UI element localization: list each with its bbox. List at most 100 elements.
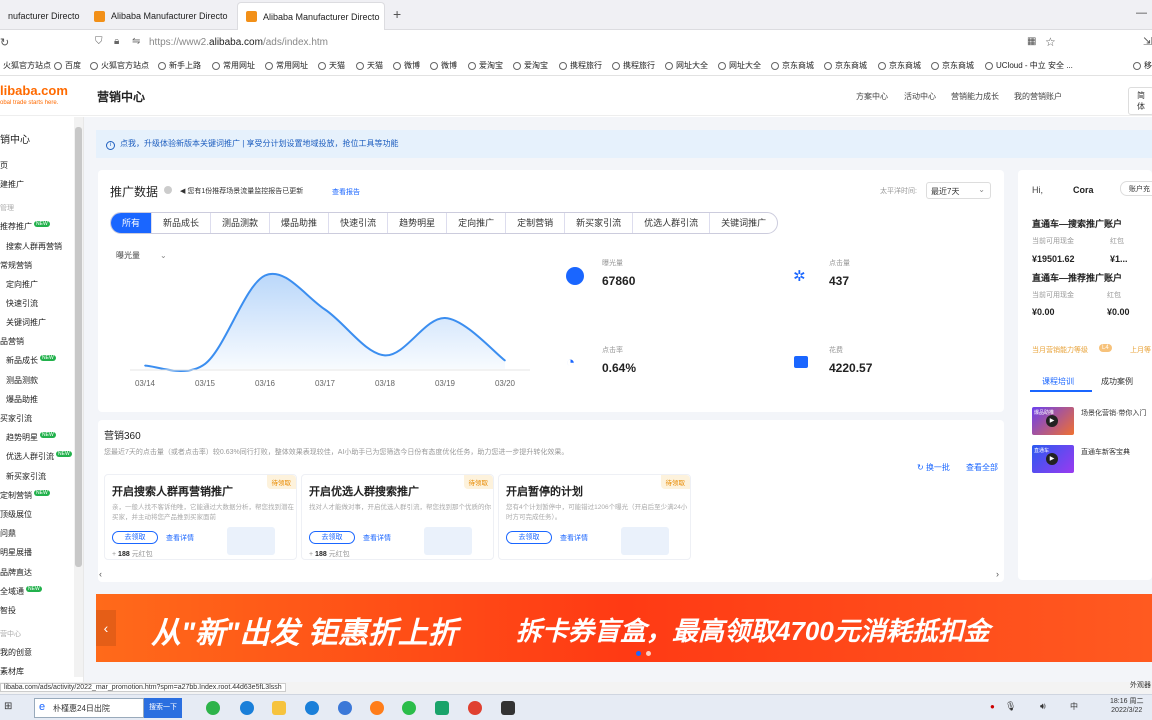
lock-icon[interactable]: 🔒︎ <box>114 36 119 47</box>
sidebar-item[interactable]: 页 <box>0 160 8 171</box>
chrome-icon[interactable] <box>468 701 482 715</box>
media-player-icon[interactable] <box>435 701 449 715</box>
app-icon-green[interactable] <box>206 701 220 715</box>
data-point[interactable] <box>444 317 446 319</box>
view-details-link[interactable]: 查看详情 <box>560 533 588 543</box>
browser-tab-active[interactable]: Alibaba Manufacturer Directo ✕ <box>237 2 385 30</box>
time-range-select[interactable]: 最近7天 ⌄ <box>926 182 991 199</box>
language-select[interactable]: 简体 <box>1128 87 1152 115</box>
new-tab-button[interactable]: + <box>393 6 401 22</box>
screen-recorder-icon[interactable] <box>501 701 515 715</box>
sidebar-item[interactable]: 趋势明星 NEW <box>6 432 56 443</box>
tab-quick-traffic[interactable]: 快速引流 <box>329 213 389 233</box>
sidebar-item[interactable]: 测品测款 <box>6 375 38 386</box>
upgrade-notice[interactable]: i 点我，升级体验新版本关键词推广 | 享受分计划设置地域投放，抢位工具等功能 <box>96 130 1152 158</box>
data-point[interactable] <box>144 364 146 367</box>
bookmark-item[interactable]: 百度 <box>54 60 81 71</box>
view-details-link[interactable]: 查看详情 <box>363 533 391 543</box>
url-field[interactable]: https://www2.alibaba.com/ads/index.htm <box>149 37 328 48</box>
tab-new-buyer[interactable]: 新买家引流 <box>565 213 634 233</box>
system-clock[interactable]: 18:16 周二 2022/3/22 <box>1110 697 1143 715</box>
data-point[interactable] <box>504 359 506 362</box>
bookmark-item[interactable]: 常用网址 <box>212 60 255 71</box>
tab-all[interactable]: 所有 <box>111 213 153 233</box>
bookmark-item[interactable]: 京东商城 <box>771 60 814 71</box>
permissions-icon[interactable]: ⇋ <box>132 36 140 47</box>
view-report-link[interactable]: 查看报告 <box>332 187 360 197</box>
tab-custom[interactable]: 定制营销 <box>506 213 566 233</box>
sidebar-item[interactable]: 快速引流 <box>6 298 38 309</box>
claim-button[interactable]: 去领取 <box>506 531 552 544</box>
bookmark-item[interactable]: 新手上路 <box>158 60 201 71</box>
browser-tab[interactable]: Alibaba Manufacturer Directo ✕ <box>86 2 236 30</box>
bookmark-item[interactable]: 微博 <box>393 60 420 71</box>
sidebar-item[interactable]: 定制营销 NEW <box>0 490 50 501</box>
sidebar-scrollbar[interactable] <box>74 117 83 677</box>
chevron-left-icon[interactable]: ‹ <box>96 610 116 646</box>
sidebar-item[interactable]: 新品成长 NEW <box>6 355 56 366</box>
qr-code-icon[interactable]: ▦ <box>1027 36 1036 47</box>
sidebar-item[interactable]: 智投 <box>0 605 16 616</box>
bookmark-item[interactable]: UCloud - 中立 安全 ... <box>985 60 1073 71</box>
ime-indicator[interactable]: 中 <box>1070 701 1078 712</box>
bookmark-item[interactable]: 移 <box>1133 60 1152 71</box>
sidebar-item[interactable]: 顶级展位 <box>0 509 32 520</box>
sidebar-item[interactable]: 明星展播 <box>0 547 32 558</box>
course-thumbnail[interactable]: 爆品助推 ▶ <box>1032 407 1074 435</box>
bookmark-item[interactable]: 京东商城 <box>878 60 921 71</box>
course-title[interactable]: 场景化营销·带你入门 <box>1081 408 1146 418</box>
recharge-button[interactable]: 账户充 <box>1120 181 1152 196</box>
tab-preferred-crowd[interactable]: 优选人群引流 <box>633 213 711 233</box>
volume-icon[interactable]: 🔊︎ <box>1040 701 1046 712</box>
bookmark-item[interactable]: 携程旅行 <box>612 60 655 71</box>
tab-keyword[interactable]: 关键词推广 <box>710 213 777 233</box>
tab-success-cases[interactable]: 成功案例 <box>1101 376 1133 387</box>
wechat-icon[interactable] <box>402 701 416 715</box>
bookmark-item[interactable]: 天猫 <box>356 60 383 71</box>
scrollbar-thumb[interactable] <box>75 127 82 567</box>
sidebar-item[interactable]: 常规营销 <box>0 260 32 271</box>
nav-marketing-growth[interactable]: 营销能力成长 <box>951 91 999 102</box>
nav-activity-center[interactable]: 活动中心 <box>904 91 936 102</box>
bookmark-item[interactable]: 京东商城 <box>824 60 867 71</box>
sidebar-item[interactable]: 买家引流 <box>0 413 32 424</box>
sidebar-item[interactable]: 品营销 <box>0 336 24 347</box>
edge-icon[interactable] <box>240 701 254 715</box>
shield-icon[interactable]: ⛉ <box>95 36 103 47</box>
promo-banner[interactable]: ‹ 从"新"出发 钜惠折上折 拆卡券盲盒，最高领取4700元消耗抵扣金 <box>96 594 1152 662</box>
sidebar-item[interactable]: 素材库 <box>0 666 24 677</box>
metric-select[interactable]: 曝光量 ⌄ <box>116 250 167 261</box>
scroll-left-icon[interactable]: ‹ <box>99 569 102 579</box>
bookmark-item[interactable]: 常用网址 <box>265 60 308 71</box>
data-point[interactable] <box>384 354 386 357</box>
tab-course-training[interactable]: 课程培训 <box>1042 376 1074 387</box>
bookmark-item[interactable]: 爱淘宝 <box>513 60 548 71</box>
bookmark-item[interactable]: 京东商城 <box>931 60 974 71</box>
nav-solution-center[interactable]: 方案中心 <box>856 91 888 102</box>
bookmark-item[interactable]: 微博 <box>430 60 457 71</box>
start-icon[interactable]: ⊞ <box>4 701 12 712</box>
carousel-dot[interactable] <box>646 651 651 656</box>
browser-tab[interactable]: nufacturer Directo ✕ <box>0 2 86 30</box>
claim-button[interactable]: 去领取 <box>112 531 158 544</box>
alibaba-logo[interactable]: libaba.com obal trade starts here. <box>0 84 68 108</box>
bookmark-item[interactable]: 网址大全 <box>718 60 761 71</box>
bookmark-item[interactable]: 火狐官方站点 <box>3 60 51 71</box>
tab-test-product[interactable]: 测品测款 <box>211 213 271 233</box>
app-icon-blue[interactable] <box>338 701 352 715</box>
tab-trend-star[interactable]: 趋势明星 <box>388 213 448 233</box>
bookmark-item[interactable]: 天猫 <box>318 60 345 71</box>
bookmark-item[interactable]: 携程旅行 <box>559 60 602 71</box>
scroll-right-icon[interactable]: › <box>996 569 999 579</box>
refresh-button[interactable]: ↻ 换一批 <box>917 462 950 473</box>
nav-my-account[interactable]: 我的营销账户 <box>1014 91 1062 102</box>
bookmark-item[interactable]: 网址大全 <box>665 60 708 71</box>
carousel-dot-active[interactable] <box>636 651 641 656</box>
search-button[interactable]: 搜索一下 <box>144 698 182 718</box>
minimize-icon[interactable]: — <box>1136 7 1147 19</box>
bookmark-item[interactable]: 爱淘宝 <box>468 60 503 71</box>
view-details-link[interactable]: 查看详情 <box>166 533 194 543</box>
course-title[interactable]: 直通车新客宝典 <box>1081 447 1130 457</box>
bookmark-item[interactable]: 火狐官方站点 <box>90 60 149 71</box>
data-point[interactable] <box>204 363 206 365</box>
